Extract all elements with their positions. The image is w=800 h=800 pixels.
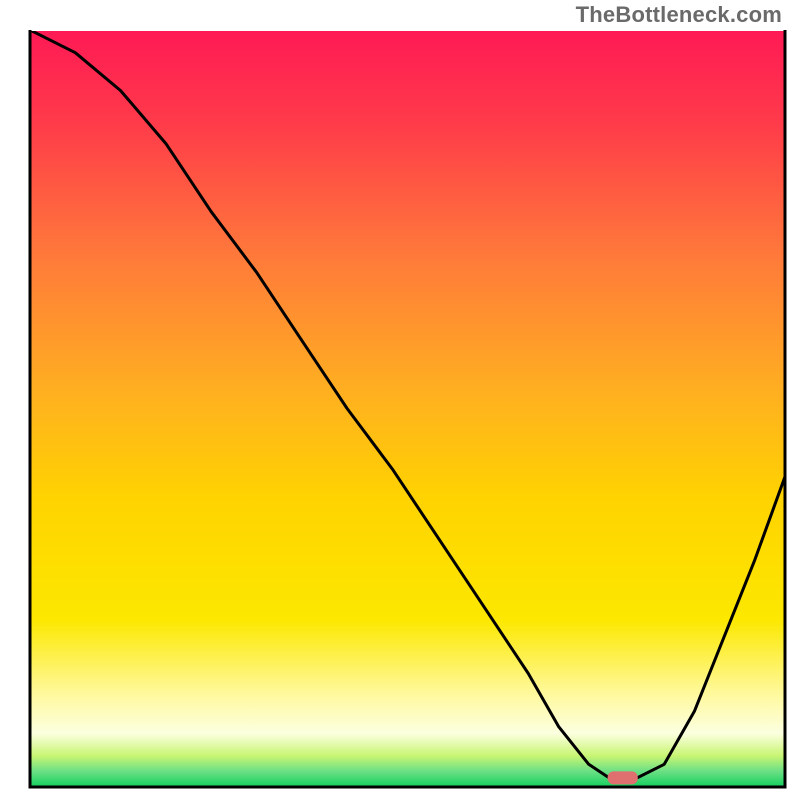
bottleneck-chart <box>0 0 800 800</box>
chart-container: TheBottleneck.com <box>0 0 800 800</box>
chart-background-gradient <box>31 31 784 786</box>
optimal-range-marker <box>608 771 638 784</box>
